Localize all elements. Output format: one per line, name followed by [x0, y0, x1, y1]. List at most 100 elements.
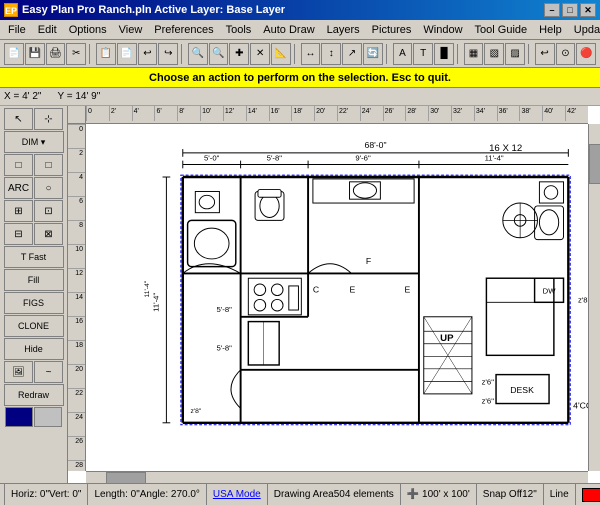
- lt-btn-right-4[interactable]: ⊡: [34, 200, 63, 222]
- notification-text: Choose an action to perform on the selec…: [149, 72, 451, 84]
- scrollbar-bottom[interactable]: [86, 471, 588, 483]
- lt-btn-left-11[interactable]: 🖼: [4, 361, 33, 383]
- minimize-button[interactable]: –: [544, 3, 560, 17]
- lt-btn-7[interactable]: Fill: [4, 269, 64, 291]
- lt-btn-10[interactable]: Hide: [4, 338, 64, 360]
- menu-item-tool guide[interactable]: Tool Guide: [469, 22, 534, 38]
- toolbar-btn-21[interactable]: ▧: [484, 43, 504, 65]
- ruler-top-tick-13: 26': [383, 106, 406, 121]
- maximize-button[interactable]: □: [562, 3, 578, 17]
- menu-item-preferences[interactable]: Preferences: [148, 22, 219, 38]
- toolbar-separator: [89, 44, 93, 64]
- ruler-top-tick-12: 24': [360, 106, 383, 121]
- ruler-left-tick-7: 14: [68, 292, 85, 316]
- toolbar-btn-8[interactable]: 🔍: [188, 43, 208, 65]
- menu-item-layers[interactable]: Layers: [321, 22, 366, 38]
- lt-btn-9[interactable]: CLONE: [4, 315, 64, 337]
- close-button[interactable]: ✕: [580, 3, 596, 17]
- ruler-left-tick-11: 22: [68, 388, 85, 412]
- toolbar-btn-0[interactable]: 📄: [4, 43, 24, 65]
- toolbar-btn-25[interactable]: 🔴: [576, 43, 596, 65]
- toolbar-btn-13[interactable]: ↔: [301, 43, 321, 65]
- line-status: Line: [544, 484, 576, 505]
- ruler-top-tick-5: 10': [200, 106, 223, 121]
- toolbar-btn-3[interactable]: ✂: [66, 43, 86, 65]
- lt-btn-right-11[interactable]: ~: [34, 361, 63, 383]
- toolbar-btn-5[interactable]: 📄: [117, 43, 137, 65]
- svg-text:z'6": z'6": [482, 377, 495, 386]
- lt-btn-right-5[interactable]: ⊠: [34, 223, 63, 245]
- toolbar: 📄💾🖨✂📋📄↩↪🔍🔍✚✕📐↔↕↗🔄AT█▦▧▨↩⊙🔴: [0, 40, 600, 68]
- ruler-top-tick-21: 42': [565, 106, 588, 121]
- svg-text:9'-6": 9'-6": [355, 154, 371, 163]
- toolbar-separator: [181, 44, 185, 64]
- ruler-top-tick-14: 28': [405, 106, 428, 121]
- menu-item-options[interactable]: Options: [63, 22, 113, 38]
- svg-text:E: E: [350, 285, 356, 295]
- svg-text:5'-8": 5'-8": [217, 305, 233, 314]
- toolbar-btn-16[interactable]: 🔄: [363, 43, 383, 65]
- ruler-top-tick-9: 18': [291, 106, 314, 121]
- ruler-top-tick-17: 34': [474, 106, 497, 121]
- menu-item-tools[interactable]: Tools: [220, 22, 258, 38]
- ruler-top-tick-18: 36': [497, 106, 520, 121]
- svg-text:11'-4": 11'-4": [152, 293, 161, 312]
- lt-btn-left-4[interactable]: ⊞: [4, 200, 33, 222]
- toolbar-btn-24[interactable]: ⊙: [556, 43, 576, 65]
- menu-item-help[interactable]: Help: [533, 22, 568, 38]
- lt-btn-left-5[interactable]: ⊟: [4, 223, 33, 245]
- toolbar-btn-22[interactable]: ▨: [505, 43, 525, 65]
- toolbar-btn-7[interactable]: ↪: [158, 43, 178, 65]
- svg-text:z'8": z'8": [190, 408, 201, 415]
- lt-btn-right-0[interactable]: ⊹: [34, 108, 63, 130]
- drawing-canvas[interactable]: 16 X 12 68'-0" 5'-0" 5'-8": [86, 124, 588, 471]
- svg-text:5'-0": 5'-0": [204, 154, 220, 163]
- toolbar-btn-19[interactable]: █: [434, 43, 454, 65]
- color-status[interactable]: Color: [576, 484, 600, 505]
- toolbar-separator: [457, 44, 461, 64]
- svg-text:11'-4": 11'-4": [144, 280, 151, 297]
- toolbar-btn-14[interactable]: ↕: [321, 43, 341, 65]
- toolbar-btn-12[interactable]: 📐: [271, 43, 291, 65]
- menu-item-pictures[interactable]: Pictures: [366, 22, 418, 38]
- toolbar-btn-11[interactable]: ✕: [250, 43, 270, 65]
- lt-btn-right-3[interactable]: ○: [34, 177, 63, 199]
- toolbar-btn-18[interactable]: T: [413, 43, 433, 65]
- lt-btn-6[interactable]: T Fast: [4, 246, 64, 268]
- svg-text:68'-0": 68'-0": [365, 140, 387, 150]
- menu-item-edit[interactable]: Edit: [32, 22, 63, 38]
- canvas-area[interactable]: 02'4'6'8'10'12'14'16'18'20'22'24'26'28'3…: [68, 106, 600, 483]
- menu-item-auto draw[interactable]: Auto Draw: [257, 22, 320, 38]
- toolbar-btn-1[interactable]: 💾: [25, 43, 45, 65]
- toolbar-btn-2[interactable]: 🖨: [46, 43, 66, 65]
- color-swatch-2[interactable]: [34, 407, 62, 427]
- lt-btn-left-3[interactable]: ARC: [4, 177, 33, 199]
- lt-btn-8[interactable]: FIGS: [4, 292, 64, 314]
- svg-text:11'-4": 11'-4": [485, 154, 504, 163]
- toolbar-btn-4[interactable]: 📋: [96, 43, 116, 65]
- lt-btn-1[interactable]: DIM ▾: [4, 131, 64, 153]
- mode-status[interactable]: USA Mode: [207, 484, 268, 505]
- lt-btn-left-0[interactable]: ↖: [4, 108, 33, 130]
- notification-bar: Choose an action to perform on the selec…: [0, 68, 600, 88]
- toolbar-btn-20[interactable]: ▦: [464, 43, 484, 65]
- toolbar-separator: [528, 44, 532, 64]
- toolbar-btn-9[interactable]: 🔍: [209, 43, 229, 65]
- toolbar-btn-17[interactable]: A: [393, 43, 413, 65]
- lt-btn-left-2[interactable]: □: [4, 154, 33, 176]
- toolbar-btn-23[interactable]: ↩: [535, 43, 555, 65]
- menu-item-file[interactable]: File: [2, 22, 32, 38]
- menu-item-view[interactable]: View: [113, 22, 149, 38]
- lt-btn-12[interactable]: Redraw: [4, 384, 64, 406]
- ruler-top-tick-15: 30': [428, 106, 451, 121]
- lt-btn-right-2[interactable]: □: [34, 154, 63, 176]
- toolbar-btn-10[interactable]: ✚: [229, 43, 249, 65]
- svg-text:F: F: [366, 256, 371, 266]
- menu-item-updates[interactable]: Updates: [568, 22, 600, 38]
- coord-bar: X = 4' 2" Y = 14' 9": [0, 88, 600, 106]
- menu-item-window[interactable]: Window: [417, 22, 468, 38]
- scrollbar-right[interactable]: [588, 124, 600, 471]
- toolbar-btn-6[interactable]: ↩: [138, 43, 158, 65]
- toolbar-btn-15[interactable]: ↗: [342, 43, 362, 65]
- color-swatch-1[interactable]: [5, 407, 33, 427]
